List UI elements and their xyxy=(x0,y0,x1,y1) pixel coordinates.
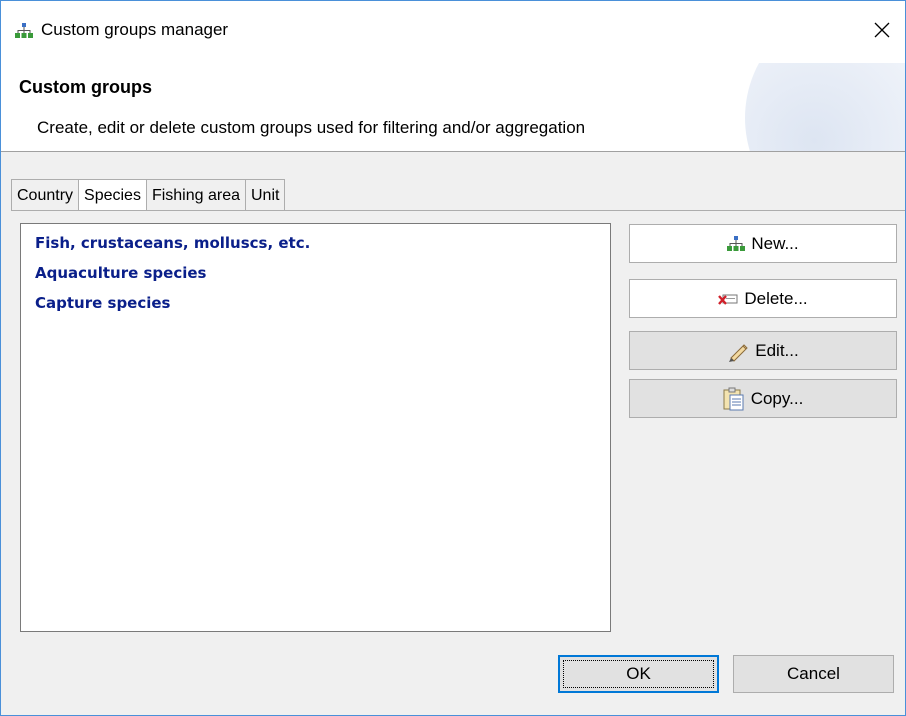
list-item[interactable]: Capture species xyxy=(35,293,610,323)
copy-button-label: Copy... xyxy=(750,388,804,408)
page-description: Create, edit or delete custom groups use… xyxy=(37,118,586,137)
tab-fishing-area[interactable]: Fishing area xyxy=(145,179,246,211)
tab-bar: Country Species Fishing area Unit xyxy=(11,179,286,211)
copy-icon xyxy=(723,387,745,411)
tab-unit[interactable]: Unit xyxy=(245,179,286,211)
dialog-header: Custom groups Create, edit or delete cus… xyxy=(1,63,905,151)
edit-button[interactable]: Edit... xyxy=(629,331,897,370)
new-button-label: New... xyxy=(751,233,799,253)
custom-groups-dialog: Custom groups manager Custom groups Crea… xyxy=(0,0,906,716)
delete-button[interactable]: Delete... xyxy=(629,279,897,318)
tab-country[interactable]: Country xyxy=(11,179,80,211)
groups-list[interactable]: Fish, crustaceans, molluscs, etc. Aquacu… xyxy=(20,223,611,632)
new-button[interactable]: New... xyxy=(629,224,897,263)
cancel-button-label: Cancel xyxy=(787,664,840,683)
delete-icon xyxy=(718,292,738,306)
ok-button[interactable]: OK xyxy=(558,655,719,693)
copy-button[interactable]: Copy... xyxy=(629,379,897,418)
list-item[interactable]: Fish, crustaceans, molluscs, etc. xyxy=(35,233,610,263)
edit-button-label: Edit... xyxy=(755,340,799,360)
header-decoration xyxy=(745,63,905,151)
pencil-icon xyxy=(727,340,749,362)
window-title: Custom groups manager xyxy=(41,20,229,39)
list-item[interactable]: Aquaculture species xyxy=(35,263,610,293)
close-icon xyxy=(874,22,890,43)
cancel-button[interactable]: Cancel xyxy=(733,655,894,693)
hierarchy-icon xyxy=(727,235,746,252)
title-bar: Custom groups manager xyxy=(1,1,905,63)
delete-button-label: Delete... xyxy=(744,288,808,308)
hierarchy-icon xyxy=(15,23,33,44)
close-button[interactable] xyxy=(859,1,905,63)
tab-divider xyxy=(11,210,905,211)
header-divider xyxy=(1,151,905,152)
focus-indicator xyxy=(563,660,714,688)
tab-species[interactable]: Species xyxy=(78,179,147,211)
page-title: Custom groups xyxy=(19,77,152,97)
